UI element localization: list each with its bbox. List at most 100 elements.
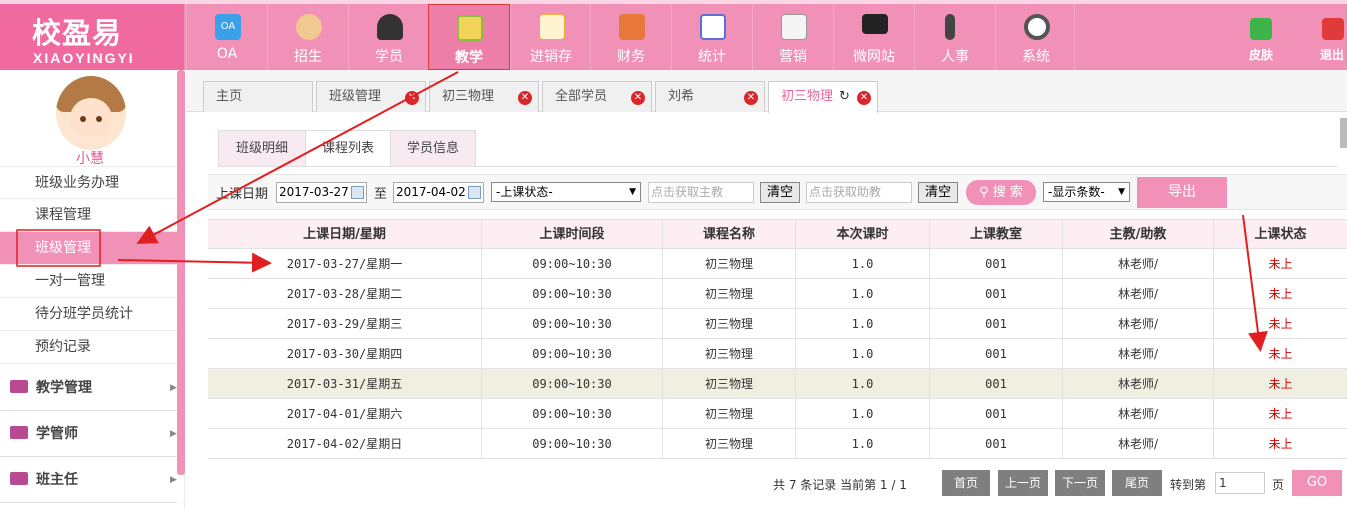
tab-label: 全部学员 [555,89,608,104]
sidebar-item-appointments[interactable]: 预约记录 [0,331,177,364]
nav-inventory[interactable]: 进销存 [510,4,590,70]
skin-label[interactable]: 皮肤 [1249,46,1273,63]
sidebar-group-head-teacher[interactable]: 班主任 ▶ [0,457,177,503]
col-time: 上课时间段 [482,220,663,250]
sidebar-group-teaching[interactable]: 教学管理 ▶ [0,365,177,411]
calendar-icon[interactable] [468,186,481,199]
subtab-class-detail[interactable]: 班级明细 [218,130,306,167]
close-icon[interactable]: ✕ [857,91,871,105]
cell-date: 2017-03-28/星期二 [208,279,482,309]
sidebar-group-label: 学管师 [36,426,78,442]
table-row[interactable]: 2017-04-01/星期六 09:00~10:30 初三物理 1.0 001 林老师/未… [208,399,1347,429]
table-row[interactable]: 2017-03-29/星期三 09:00~10:30 初三物理 1.0 001 林老师/未… [208,309,1347,339]
search-button[interactable]: ⚲ 搜 索 [966,180,1036,205]
close-icon[interactable]: ✕ [518,91,532,105]
microsite-icon [862,14,888,34]
col-teacher: 主教/助教 [1063,220,1214,250]
next-page-button[interactable]: 下一页 [1055,470,1105,496]
class-status-select[interactable]: -上课状态- ▼ [491,182,641,202]
cell-time: 09:00~10:30 [482,429,663,459]
first-page-button[interactable]: 首页 [942,470,990,496]
hr-icon [945,14,955,40]
cell-time: 09:00~10:30 [482,309,663,339]
end-date-input[interactable]: 2017-04-02 [393,182,484,203]
goto-page-input[interactable]: 1 [1215,472,1265,494]
refresh-icon[interactable]: ↻ [839,82,850,112]
tab-all-students[interactable]: 全部学员 ✕ [542,81,652,112]
clear-teacher-button[interactable]: 清空 [760,182,800,203]
finance-icon [619,14,645,40]
prev-page-button[interactable]: 上一页 [998,470,1048,496]
logout-icon[interactable] [1322,18,1344,40]
tab-label: 班级管理 [329,89,382,104]
tab-physics-current[interactable]: 初三物理 ↻ ✕ [768,81,878,113]
logo-chinese: 校盈易 [32,16,123,50]
search-icon: ⚲ [979,185,993,200]
tab-label: 主页 [216,89,243,104]
caret-right-icon: ▶ [170,383,177,393]
close-icon[interactable]: ✕ [631,91,645,105]
go-button[interactable]: GO [1292,470,1342,496]
nav-microsite[interactable]: 微网站 [833,4,913,70]
nav-oa[interactable]: OA OA [186,4,266,70]
cell-status: 未上 [1268,317,1293,331]
sidebar-item-course-mgmt[interactable]: 课程管理 [0,199,177,232]
tab-liuxi[interactable]: 刘希 ✕ [655,81,765,112]
cell-hours: 1.0 [796,249,930,279]
top-navbar: 校盈易 XIAOYINGYI OA OA 招生 学员 教学 进销存 财务 统计 … [0,0,1347,70]
table-row[interactable]: 2017-04-02/星期日 09:00~10:30 初三物理 1.0 001 林老师/未… [208,429,1347,459]
close-icon[interactable]: ✕ [744,91,758,105]
nav-finance[interactable]: 财务 [590,4,670,70]
table-row[interactable]: 2017-03-28/星期二 09:00~10:30 初三物理 1.0 001 林老师/未… [208,279,1347,309]
cell-date: 2017-04-01/星期六 [208,399,482,429]
tab-physics-1[interactable]: 初三物理 ✕ [429,81,539,112]
clear-assistant-button[interactable]: 清空 [918,182,958,203]
skin-icon[interactable] [1250,18,1272,40]
nav-teaching[interactable]: 教学 [428,4,510,70]
logout-label[interactable]: 退出 [1320,46,1344,63]
sidebar-scrollbar[interactable] [177,70,185,475]
last-page-button[interactable]: 尾页 [1112,470,1162,496]
nav-stats[interactable]: 统计 [671,4,751,70]
table-row[interactable]: 2017-03-30/星期四 09:00~10:30 初三物理 1.0 001 林老师/未… [208,339,1347,369]
table-row[interactable]: 2017-03-31/星期五 09:00~10:30 初三物理 1.0 001 林老师/未… [208,369,1347,399]
cell-date: 2017-03-31/星期五 [208,369,482,399]
nav-student[interactable]: 学员 [348,4,428,70]
sidebar-item-pending-students[interactable]: 待分班学员统计 [0,298,177,331]
subtab-course-list[interactable]: 课程列表 [305,130,391,167]
nav-label: 系统 [1022,49,1050,65]
nav-label: 招生 [294,49,322,65]
start-date-input[interactable]: 2017-03-27 [276,182,367,203]
table-row[interactable]: 2017-03-27/星期一 09:00~10:30 初三物理 1.0 001 林老师/未… [208,249,1347,279]
dropdown-arrow-icon: ▼ [1118,187,1125,197]
page-tab-strip: 主页 班级管理 ✕ 初三物理 ✕ 全部学员 ✕ 刘希 ✕ 初三物理 ↻ ✕ [186,70,1347,113]
system-gear-icon [1024,14,1050,40]
sidebar-group-tutor[interactable]: 学管师 ▶ [0,411,177,457]
cell-time: 09:00~10:30 [482,279,663,309]
page-size-select[interactable]: -显示条数- ▼ [1043,182,1130,202]
nav-hr[interactable]: 人事 [914,4,994,70]
close-icon[interactable]: ✕ [405,91,419,105]
export-button[interactable]: 导出 [1137,177,1227,208]
content-scrollbar[interactable] [1340,118,1347,148]
tab-home[interactable]: 主页 [203,81,313,112]
sidebar-item-class-mgmt[interactable]: 班级管理 [0,232,177,265]
tab-class-mgmt[interactable]: 班级管理 ✕ [316,81,426,112]
nav-marketing[interactable]: 营销 [752,4,832,70]
cell-time: 09:00~10:30 [482,369,663,399]
sidebar-group-label: 班主任 [36,472,78,488]
sidebar-item-one-on-one[interactable]: 一对一管理 [0,265,177,298]
teacher-input[interactable]: 点击获取主教 [648,182,754,203]
count-select-value: -显示条数- [1048,185,1105,199]
subtab-student-info[interactable]: 学员信息 [390,130,476,167]
cell-course: 初三物理 [663,249,796,279]
nav-system[interactable]: 系统 [995,4,1075,70]
assistant-input[interactable]: 点击获取助教 [806,182,912,203]
nav-enroll[interactable]: 招生 [267,4,347,70]
cell-date: 2017-04-02/星期日 [208,429,482,459]
calendar-icon[interactable] [351,186,364,199]
sidebar-item-class-business[interactable]: 班级业务办理 [0,166,177,199]
enroll-icon [296,14,322,40]
cell-status: 未上 [1268,257,1293,271]
cell-status: 未上 [1268,407,1293,421]
